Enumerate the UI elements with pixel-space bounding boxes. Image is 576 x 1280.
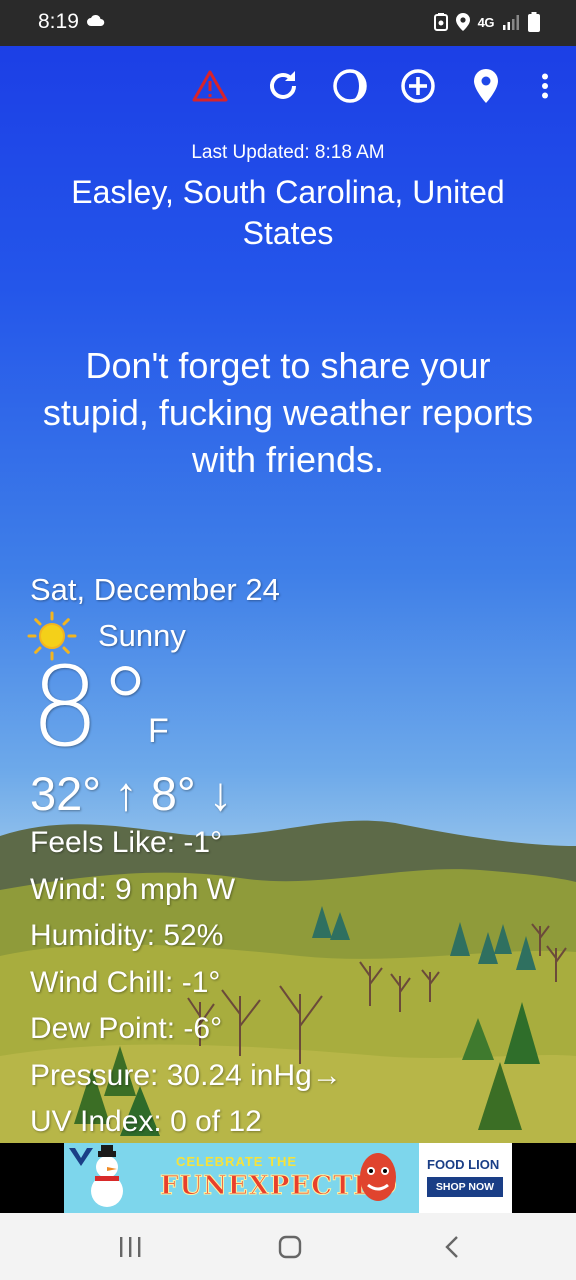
network-type: 4G <box>477 14 495 30</box>
snowman-icon <box>91 1145 123 1207</box>
ad-tagline: CELEBRATE THE <box>176 1154 298 1169</box>
more-vert-icon[interactable] <box>523 64 567 108</box>
detail-wind: Wind: 9 mph W <box>30 872 236 906</box>
high-low: 32° ↑ 8° ↓ <box>30 767 233 820</box>
ad-container: CELEBRATE THE FUNEXPECTED FOOD LION SHOP… <box>0 1143 576 1213</box>
battery-saver-icon <box>433 13 448 31</box>
add-location-icon[interactable] <box>396 64 440 108</box>
home-icon[interactable] <box>270 1231 310 1263</box>
detail-dew-point: Dew Point: -6° <box>30 1012 223 1045</box>
detail-feels-like: Feels Like: -1° <box>30 826 223 859</box>
detail-humidity: Humidity: 52% <box>30 919 224 952</box>
location-name[interactable]: Easley, South Carolina, United States <box>40 172 536 254</box>
refresh-icon[interactable] <box>261 64 305 108</box>
detail-pressure: Pressure: 30.24 inHg→ <box>30 1058 342 1092</box>
last-updated: Last Updated: 8:18 AM <box>191 142 385 163</box>
battery-icon <box>528 12 540 32</box>
navigation-bar <box>0 1213 576 1280</box>
ad-brand-panel: FOOD LION SHOP NOW <box>419 1143 512 1213</box>
forecast-date: Sat, December 24 <box>30 572 280 607</box>
alert-warning-icon[interactable] <box>188 64 232 108</box>
detail-uv-index: UV Index: 0 of 12 <box>30 1105 262 1138</box>
weather-info: Sat, December 24 Sunny 8° F 32° ↑ 8° ↓ F… <box>27 570 550 1143</box>
temperature-unit: F <box>148 712 169 750</box>
back-icon[interactable] <box>432 1231 472 1263</box>
weather-screen: Last Updated: 8:18 AM Easley, South Caro… <box>0 46 576 1143</box>
current-temperature: 8° <box>30 643 153 771</box>
ad-banner[interactable]: CELEBRATE THE FUNEXPECTED FOOD LION SHOP… <box>64 1143 512 1213</box>
toolbar <box>0 64 576 112</box>
recent-apps-icon[interactable] <box>110 1231 150 1263</box>
status-icons: 4G <box>433 12 540 32</box>
mascot-icon <box>360 1153 396 1201</box>
detail-wind-chill: Wind Chill: -1° <box>30 965 221 999</box>
ad-brand: FOOD LION <box>427 1157 500 1172</box>
banner-message: Don't forget to share your stupid, fucki… <box>42 345 534 480</box>
location-pin-icon[interactable] <box>464 64 508 108</box>
status-bar: 8:19 4G <box>0 0 576 46</box>
theme-icon[interactable] <box>328 64 372 108</box>
signal-icon <box>503 15 519 30</box>
temperature-row: 8° F <box>30 652 550 764</box>
location-icon <box>455 13 470 31</box>
cloud-icon <box>87 14 105 26</box>
status-time: 8:19 <box>38 10 79 33</box>
shop-now-button[interactable]: SHOP NOW <box>427 1177 503 1197</box>
